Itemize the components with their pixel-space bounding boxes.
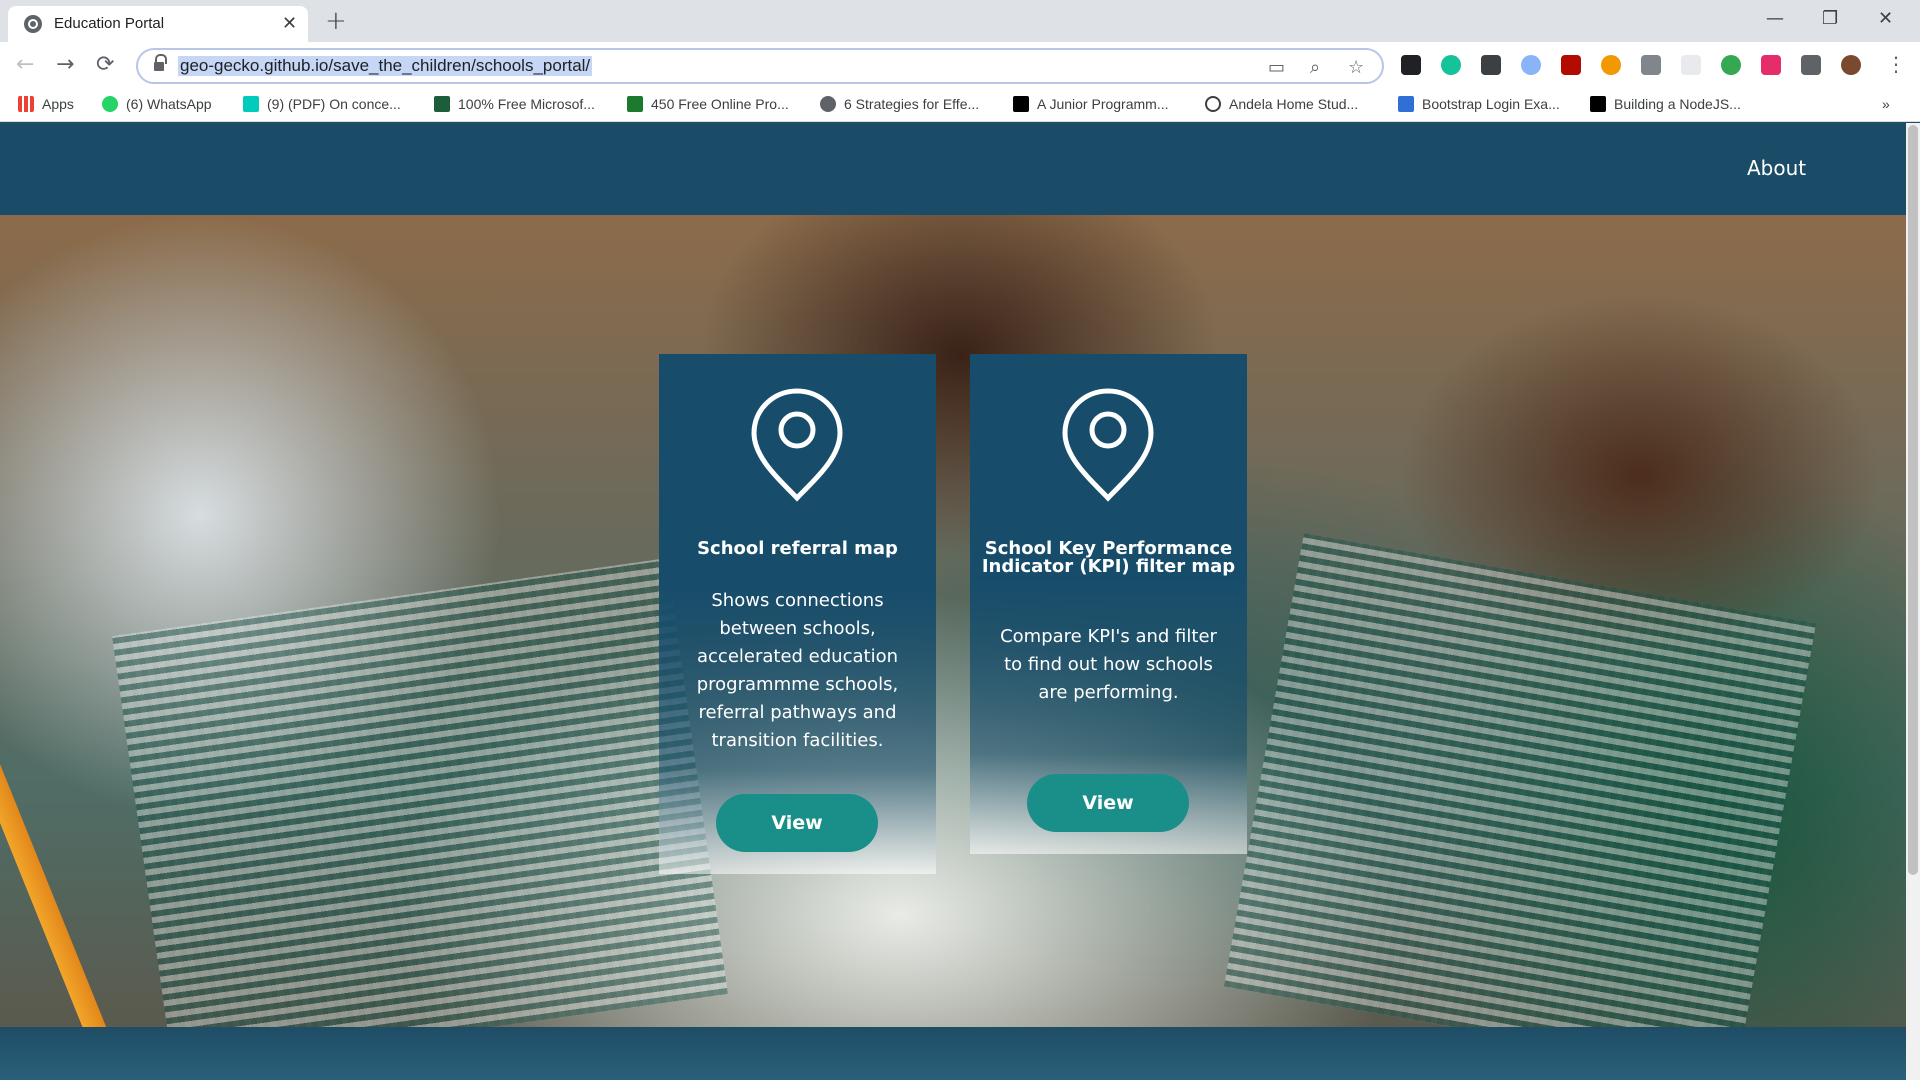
extension-icon[interactable] [1401,55,1421,75]
site-navbar: About [0,123,1906,215]
close-tab-icon[interactable]: ✕ [282,13,297,34]
referral-map-card: School referral map Shows connections be… [659,354,936,874]
bookmark-andela[interactable]: Andela Home Stud... [1205,96,1358,112]
bookmarks-overflow-icon[interactable]: » [1882,96,1890,112]
reload-icon[interactable]: ⟳ [96,52,114,77]
dev-icon [1590,96,1606,112]
tab-title: Education Portal [54,15,165,32]
back-icon[interactable]: ← [16,52,34,77]
kpi-filter-map-card: School Key Performance Indicator (KPI) f… [970,354,1247,854]
extensions-puzzle-icon[interactable] [1801,55,1821,75]
web-page: About School referral map Shows connecti… [0,123,1920,1080]
scrollbar-thumb[interactable] [1908,125,1918,875]
bookmark-junior-programmer[interactable]: A Junior Programm... [1013,96,1169,112]
globe-icon [820,96,836,112]
card-description: Compare KPI's and filter to find out how… [1000,626,1217,703]
bookmark-bootstrap[interactable]: Bootstrap Login Exa... [1398,96,1560,112]
lock-icon[interactable] [154,54,167,71]
bookmark-star-icon[interactable]: ☆ [1348,57,1364,78]
card-title: School referral map [697,538,898,559]
footer-band [0,1027,1906,1080]
bookmark-strategies[interactable]: 6 Strategies for Effe... [820,96,979,112]
view-kpi-map-button[interactable]: View [1027,774,1189,832]
drive-icon[interactable] [1641,55,1661,75]
grammarly-icon[interactable] [1441,55,1461,75]
hero-background-photo: School referral map Shows connections be… [0,215,1906,1027]
about-link[interactable]: About [1747,156,1806,180]
extension-pin-icon[interactable] [1481,55,1501,75]
extension-circle-icon[interactable] [1521,55,1541,75]
maximize-window-icon[interactable]: ❐ [1822,8,1838,29]
whatsapp-icon [102,96,118,112]
page-scrollbar[interactable] [1906,123,1920,1080]
map-pin-icon [1062,388,1154,502]
checkered-uniform-right [1224,533,1816,1027]
medium-icon [1013,96,1029,112]
view-referral-map-button[interactable]: View [716,794,878,852]
close-window-icon[interactable]: ✕ [1878,8,1893,29]
pdf-icon[interactable] [1561,55,1581,75]
bookmarks-bar: Apps (6) WhatsApp (9) (PDF) On conce... … [0,88,1920,122]
bootstrap-icon [1398,96,1414,112]
globe-favicon-icon [24,15,42,33]
map-pin-icon [751,388,843,502]
researchgate-icon [243,96,259,112]
extension-orange-icon[interactable] [1601,55,1621,75]
bookmark-whatsapp[interactable]: (6) WhatsApp [102,96,212,112]
extension-green-icon[interactable] [1721,55,1741,75]
pa-icon [434,96,450,112]
bookmark-online-pro[interactable]: 450 Free Online Pro... [627,96,789,112]
card-description: Shows connections between schools, accel… [696,590,899,751]
bookmark-microsoft[interactable]: 100% Free Microsof... [434,96,595,112]
cast-icon[interactable]: ▭ [1268,57,1285,78]
new-tab-button[interactable]: + [325,6,347,36]
zoom-icon[interactable]: ⌕ [1310,57,1320,78]
extension-blank-icon[interactable] [1681,55,1701,75]
forward-icon[interactable]: → [56,52,74,77]
pencil-image [0,733,115,1027]
browser-tab-strip: Education Portal ✕ + — ❐ ✕ [0,0,1920,42]
green-book-icon [627,96,643,112]
browser-tab[interactable]: Education Portal ✕ [8,6,308,42]
apps-grid-icon [18,96,34,112]
browser-toolbar: ← → ⟳ geo-gecko.github.io/save_the_child… [0,42,1920,88]
address-bar[interactable]: geo-gecko.github.io/save_the_children/sc… [136,48,1384,84]
card-title: School Key Performance Indicator (KPI) f… [981,538,1236,577]
bookmark-apps[interactable]: Apps [18,96,74,112]
profile-avatar[interactable] [1841,55,1861,75]
checkered-uniform-left [112,558,728,1027]
bookmark-nodejs[interactable]: Building a NodeJS... [1590,96,1741,112]
url-text[interactable]: geo-gecko.github.io/save_the_children/sc… [178,56,593,76]
minimize-window-icon[interactable]: — [1766,8,1784,29]
andela-icon [1205,96,1221,112]
extension-pink-icon[interactable] [1761,55,1781,75]
bookmark-researchgate[interactable]: (9) (PDF) On conce... [243,96,401,112]
more-menu-icon[interactable]: ⋮ [1886,52,1906,76]
